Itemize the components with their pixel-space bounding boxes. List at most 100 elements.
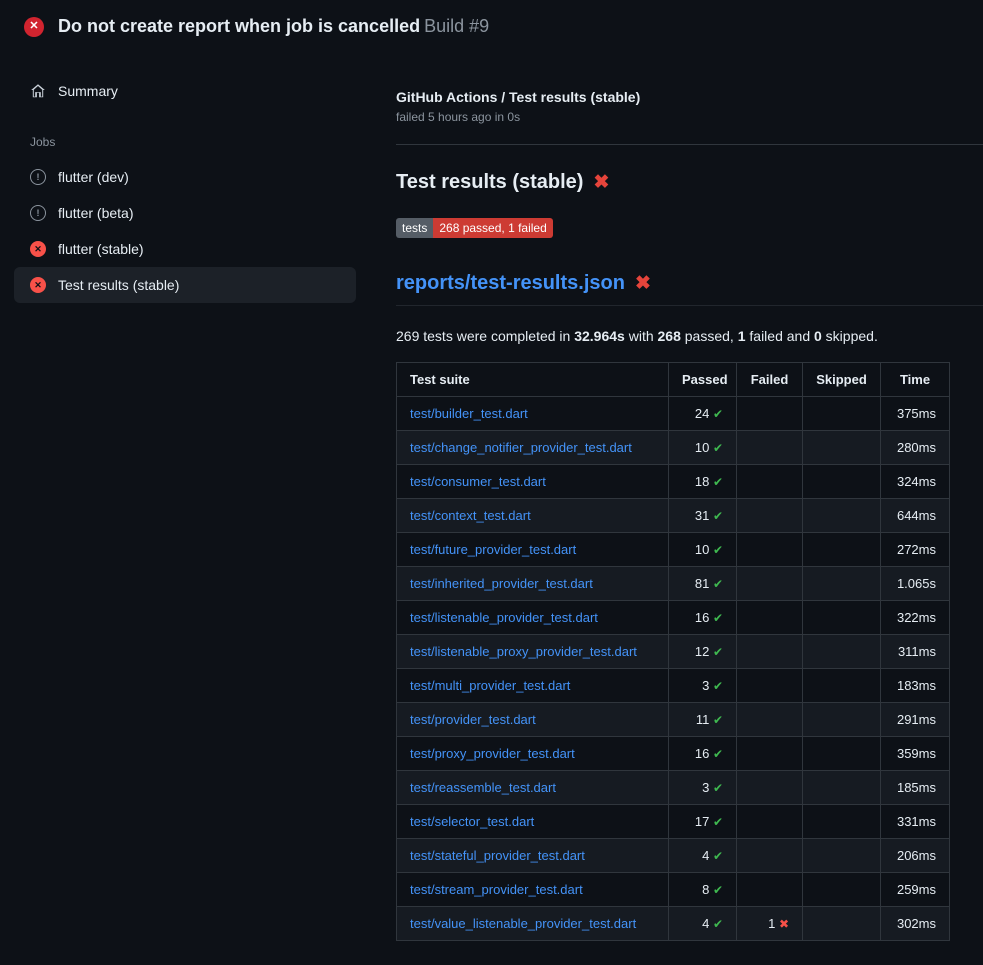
test-results-table: Test suitePassedFailedSkippedTime test/b… [396, 362, 950, 941]
pass-check-icon: ✔ [713, 781, 723, 795]
table-row: test/listenable_provider_test.dart16 ✔32… [397, 601, 950, 635]
test-suite-link[interactable]: test/stream_provider_test.dart [410, 882, 583, 897]
sidebar-summary-label: Summary [58, 83, 118, 99]
time-cell: 183ms [881, 669, 950, 703]
failed-cell: 1 ✖ [737, 907, 803, 941]
passed-cell: 17 ✔ [669, 805, 737, 839]
neutral-status-icon: ! [30, 205, 46, 221]
failed-cell [737, 431, 803, 465]
failed-cell [737, 669, 803, 703]
test-suite-link[interactable]: test/selector_test.dart [410, 814, 534, 829]
test-suite-link[interactable]: test/future_provider_test.dart [410, 542, 576, 557]
fail-cross-icon: ✖ [779, 917, 789, 931]
passed-cell: 10 ✔ [669, 431, 737, 465]
pass-check-icon: ✔ [713, 849, 723, 863]
column-header: Time [881, 363, 950, 397]
table-row: test/context_test.dart 31 ✔ 644ms [397, 499, 950, 533]
skipped-cell [803, 873, 881, 907]
breadcrumb: GitHub Actions / Test results (stable) [396, 89, 951, 105]
test-suite-link[interactable]: test/multi_provider_test.dart [410, 678, 570, 693]
skipped-cell [803, 703, 881, 737]
column-header: Test suite [397, 363, 669, 397]
jobs-list: !flutter (dev)!flutter (beta)✕flutter (s… [14, 159, 356, 303]
neutral-status-icon: ! [30, 169, 46, 185]
test-suite-link[interactable]: test/proxy_provider_test.dart [410, 746, 575, 761]
table-row: test/selector_test.dart 17 ✔ 331ms [397, 805, 950, 839]
badge-value: 268 passed, 1 failed [433, 218, 552, 238]
run-title-text: Do not create report when job is cancell… [58, 16, 420, 36]
sidebar-job-item[interactable]: !flutter (beta) [14, 195, 356, 231]
skipped-cell [803, 533, 881, 567]
report-link[interactable]: reports/test-results.json [396, 272, 625, 295]
test-suite-link[interactable]: test/change_notifier_provider_test.dart [410, 440, 632, 455]
test-suite-link[interactable]: test/builder_test.dart [410, 406, 528, 421]
column-header: Passed [669, 363, 737, 397]
summary-failed-count: 1 [738, 328, 746, 344]
passed-cell: 11 ✔ [669, 703, 737, 737]
test-suite-link[interactable]: test/listenable_provider_test.dart [410, 610, 598, 625]
suite-cell: test/reassemble_test.dart [397, 771, 669, 805]
jobs-section-label: Jobs [14, 109, 356, 159]
time-cell: 311ms [881, 635, 950, 669]
suite-cell: test/builder_test.dart [397, 397, 669, 431]
time-cell: 272ms [881, 533, 950, 567]
section-title: Test results (stable) ✖ [396, 171, 951, 194]
skipped-cell [803, 669, 881, 703]
table-row: test/provider_test.dart 11 ✔ 291ms [397, 703, 950, 737]
suite-cell: test/value_listenable_provider_test.dart [397, 907, 669, 941]
table-row: test/value_listenable_provider_test.dart… [397, 907, 950, 941]
failed-status-icon: ✕ [30, 241, 46, 257]
test-summary-line: 269 tests were completed in 32.964s with… [396, 328, 951, 344]
sidebar-item-summary[interactable]: Summary [14, 73, 356, 109]
home-icon [30, 83, 46, 99]
passed-cell: 31 ✔ [669, 499, 737, 533]
skipped-cell [803, 431, 881, 465]
failed-cell [737, 533, 803, 567]
time-cell: 291ms [881, 703, 950, 737]
skipped-cell [803, 737, 881, 771]
test-suite-link[interactable]: test/value_listenable_provider_test.dart [410, 916, 636, 931]
skipped-cell [803, 601, 881, 635]
sidebar-job-item[interactable]: ✕Test results (stable) [14, 267, 356, 303]
time-cell: 206ms [881, 839, 950, 873]
time-cell: 185ms [881, 771, 950, 805]
sidebar-job-item[interactable]: ✕flutter (stable) [14, 231, 356, 267]
time-cell: 302ms [881, 907, 950, 941]
pass-check-icon: ✔ [713, 611, 723, 625]
sidebar-job-item[interactable]: !flutter (dev) [14, 159, 356, 195]
time-cell: 259ms [881, 873, 950, 907]
time-cell: 331ms [881, 805, 950, 839]
passed-cell: 16 ✔ [669, 737, 737, 771]
test-suite-link[interactable]: test/consumer_test.dart [410, 474, 546, 489]
suite-cell: test/inherited_provider_test.dart [397, 567, 669, 601]
test-suite-link[interactable]: test/reassemble_test.dart [410, 780, 556, 795]
suite-cell: test/context_test.dart [397, 499, 669, 533]
suite-cell: test/future_provider_test.dart [397, 533, 669, 567]
tests-badge: tests 268 passed, 1 failed [396, 218, 553, 238]
table-row: test/stateful_provider_test.dart4 ✔206ms [397, 839, 950, 873]
summary-skipped-count: 0 [814, 328, 822, 344]
time-cell: 644ms [881, 499, 950, 533]
passed-cell: 12 ✔ [669, 635, 737, 669]
test-suite-link[interactable]: test/stateful_provider_test.dart [410, 848, 585, 863]
run-meta: failed 5 hours ago in 0s [396, 110, 951, 124]
test-suite-link[interactable]: test/inherited_provider_test.dart [410, 576, 593, 591]
pass-check-icon: ✔ [713, 815, 723, 829]
passed-cell: 3 ✔ [669, 669, 737, 703]
failed-cell [737, 771, 803, 805]
report-title: reports/test-results.json ✖ [396, 272, 983, 306]
failed-cell [737, 839, 803, 873]
test-suite-link[interactable]: test/listenable_proxy_provider_test.dart [410, 644, 637, 659]
results-table-body: test/builder_test.dart24 ✔375mstest/chan… [397, 397, 950, 941]
test-suite-link[interactable]: test/provider_test.dart [410, 712, 536, 727]
pass-check-icon: ✔ [713, 679, 723, 693]
pass-check-icon: ✔ [713, 577, 723, 591]
skipped-cell [803, 839, 881, 873]
column-header: Skipped [803, 363, 881, 397]
pass-check-icon: ✔ [713, 645, 723, 659]
test-suite-link[interactable]: test/context_test.dart [410, 508, 531, 523]
table-row: test/consumer_test.dart18 ✔324ms [397, 465, 950, 499]
pass-check-icon: ✔ [713, 475, 723, 489]
column-header: Failed [737, 363, 803, 397]
check-run-header: ✕ Do not create report when job is cance… [0, 0, 983, 51]
